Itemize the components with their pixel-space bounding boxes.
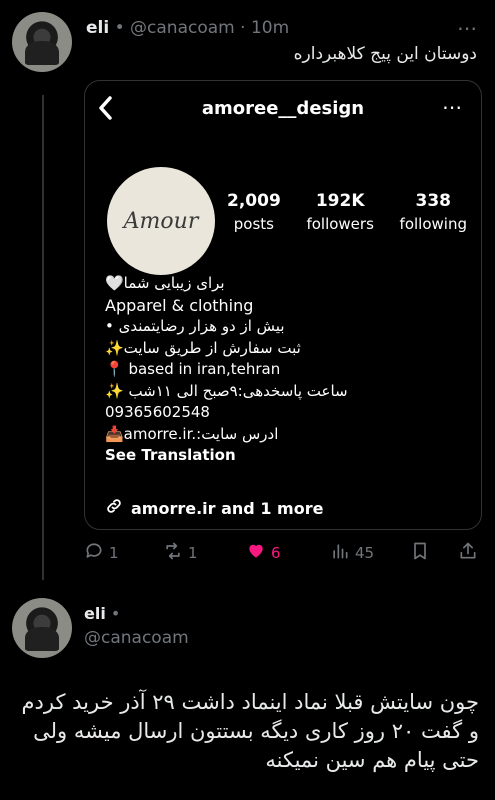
like-count: 6 xyxy=(271,544,281,562)
link-icon xyxy=(105,497,123,519)
bio-line: ثبت سفارش از طریق سایت✨ xyxy=(105,338,301,357)
ig-stat-posts: 2,009 posts xyxy=(227,191,281,233)
ig-stat-followers: 192K followers xyxy=(306,191,373,233)
tweet-text: دوستان این پیج کلاهبرداره xyxy=(293,44,477,64)
tweet-header: eli • @canacoam · 10m xyxy=(86,18,289,38)
author-handle[interactable]: @canacoam xyxy=(84,628,189,648)
author-name[interactable]: eli xyxy=(84,604,106,623)
avatar[interactable] xyxy=(12,12,72,72)
stat-value: 192K xyxy=(315,191,365,211)
see-translation: See Translation xyxy=(105,446,236,464)
ig-more-icon: ⋯ xyxy=(442,95,463,119)
tweet-header: eli • xyxy=(84,604,120,623)
author-separator: • xyxy=(114,18,125,38)
tweet-actions: 1 1 6 45 xyxy=(84,541,479,565)
views-icon xyxy=(330,541,350,565)
reply-button[interactable]: 1 xyxy=(84,541,119,565)
stat-value: 2,009 xyxy=(227,191,281,211)
share-icon xyxy=(458,541,478,565)
heart-icon xyxy=(246,541,266,565)
like-button[interactable]: 6 xyxy=(246,541,281,565)
bio-phone: 09365602548 xyxy=(105,403,210,421)
ig-link: amorre.ir and 1 more xyxy=(105,497,323,519)
logo-text: Amour xyxy=(123,208,199,234)
author-separator: • xyxy=(110,604,121,623)
link-text: amorre.ir and 1 more xyxy=(131,498,324,518)
attached-image[interactable]: amoree__design ⋯ Amour 2,009 posts 192K … xyxy=(84,80,482,530)
reply-icon xyxy=(84,541,104,565)
bookmark-button[interactable] xyxy=(410,541,430,565)
stat-label: following xyxy=(399,215,467,233)
views-count: 45 xyxy=(355,544,375,562)
tweet-text: چون سایتش قبلا نماد اینماد داشت ۲۹ آذر خ… xyxy=(21,690,480,772)
avatar[interactable] xyxy=(12,598,72,658)
bio-category: Apparel & clothing xyxy=(105,295,254,315)
bio-line: بیش از دو هزار رضایتمندی • xyxy=(105,317,285,335)
stat-value: 338 xyxy=(415,191,452,211)
share-button[interactable] xyxy=(458,541,478,565)
author-handle[interactable]: @canacoam xyxy=(130,18,235,38)
bio-line: 📍 based in iran,tehran xyxy=(105,360,281,378)
views-button[interactable]: 45 xyxy=(330,541,374,565)
ig-stat-following: 338 following xyxy=(400,191,467,233)
bio-line: ساعت پاسخدهی:۹صبح الی ۱۱شب ✨ xyxy=(105,381,348,400)
author-name[interactable]: eli xyxy=(86,18,109,38)
ig-profile-logo: Amour xyxy=(107,167,215,275)
more-options-icon[interactable]: ⋯ xyxy=(457,16,478,40)
ig-stats: 2,009 posts 192K followers 338 following xyxy=(227,191,467,233)
time-separator: · xyxy=(240,18,246,38)
retweet-icon xyxy=(163,541,183,565)
retweet-button[interactable]: 1 xyxy=(163,541,198,565)
tweet-time[interactable]: 10m xyxy=(251,18,289,38)
bio-line: 📥amorre.ir.:ادرس سایت xyxy=(105,424,279,443)
bookmark-icon xyxy=(410,541,430,565)
ig-username: amoree__design xyxy=(201,98,365,119)
retweet-count: 1 xyxy=(188,544,198,562)
reply-count: 1 xyxy=(109,544,119,562)
ig-bio: برای زیبایی شما🤍 Apparel & clothing بیش … xyxy=(105,273,465,467)
bio-line: برای زیبایی شما🤍 xyxy=(105,274,225,292)
stat-label: followers xyxy=(306,215,374,233)
thread-line xyxy=(42,95,44,580)
stat-label: posts xyxy=(233,215,274,233)
